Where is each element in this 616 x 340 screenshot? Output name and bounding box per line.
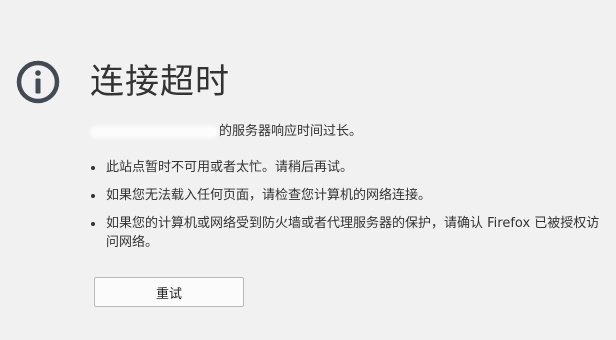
error-description-text: 的服务器响应时间过长。 — [219, 124, 363, 139]
retry-button[interactable]: 重试 — [94, 277, 244, 307]
page-title: 连接超时 — [90, 62, 230, 102]
info-circle-icon — [16, 60, 60, 104]
list-item: 此站点暂时不可用或者太忙。请稍后再试。 — [90, 158, 605, 177]
redacted-hostname — [90, 126, 218, 138]
list-item: 如果您的计算机或网络受到防火墙或者代理服务器的保护，请确认 Firefox 已被… — [90, 214, 605, 252]
error-page: 连接超时 的服务器响应时间过长。 此站点暂时不可用或者太忙。请稍后再试。 如果您… — [0, 0, 616, 340]
error-reasons-list: 此站点暂时不可用或者太忙。请稍后再试。 如果您无法载入任何页面，请检查您计算机的… — [90, 158, 605, 261]
error-description: 的服务器响应时间过长。 — [90, 123, 362, 141]
list-item: 如果您无法载入任何页面，请检查您计算机的网络连接。 — [90, 186, 605, 205]
